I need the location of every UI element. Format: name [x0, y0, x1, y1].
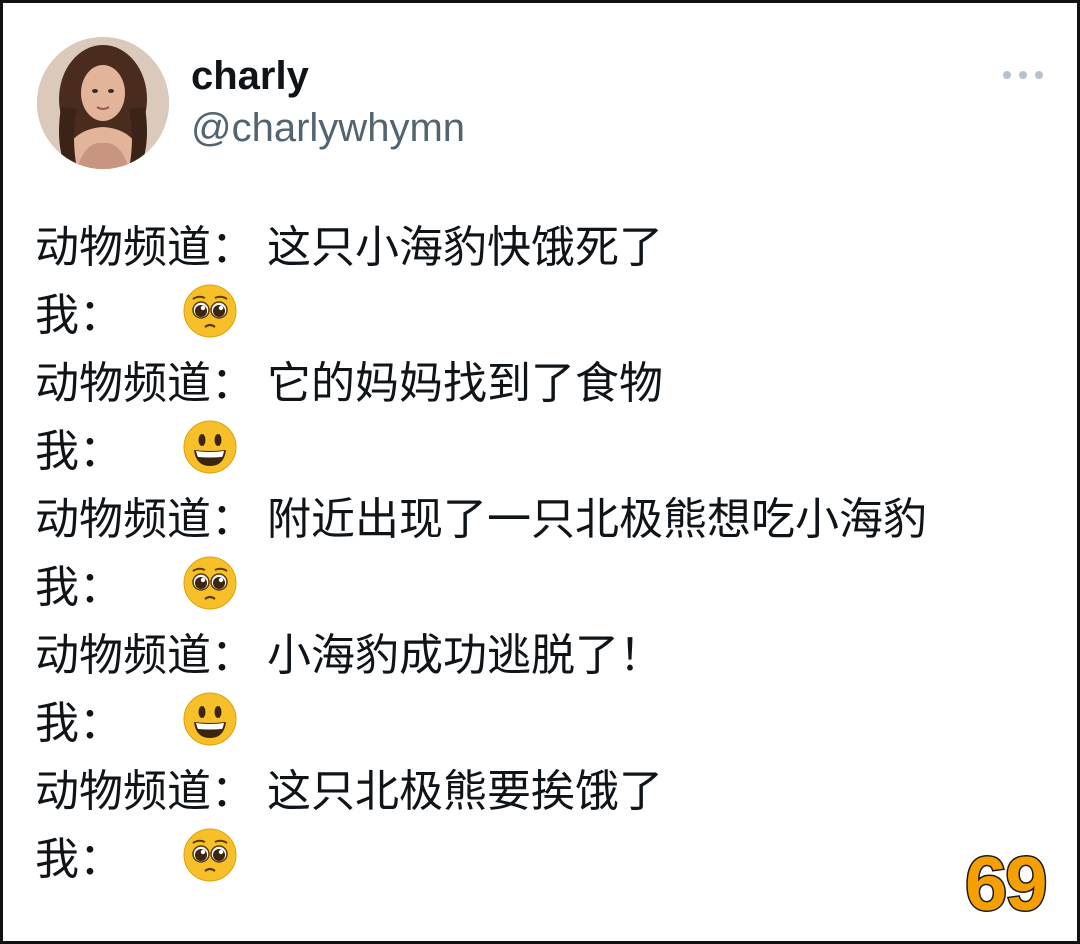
speaker: 动物频道	[35, 358, 211, 409]
speaker: 动物频道	[35, 766, 211, 817]
dialogue-line: 动物频道：这只北极熊要挨饿了	[35, 753, 1055, 821]
colon: ：	[211, 766, 255, 817]
colon: ：	[211, 358, 255, 409]
pleading-face-emoji	[183, 556, 237, 610]
colon: ：	[211, 222, 255, 273]
speaker: 我	[35, 834, 79, 885]
grinning-face-emoji	[183, 420, 237, 474]
colon: ：	[211, 494, 255, 545]
author-block: charly @charlywhymn	[191, 51, 465, 155]
dialogue-line: 我：	[35, 413, 1055, 481]
line-text: 这只小海豹快饿死了	[267, 222, 663, 273]
line-text: 小海豹成功逃脱了！	[267, 630, 663, 681]
speaker: 我	[35, 426, 79, 477]
dialogue-line: 我：	[35, 821, 1055, 889]
tweet-header: charly @charlywhymn	[37, 37, 1047, 169]
pleading-face-emoji	[183, 284, 237, 338]
number-badge: 69	[964, 842, 1050, 927]
colon: ：	[79, 834, 123, 885]
dialogue-line: 我：	[35, 685, 1055, 753]
colon: ：	[79, 562, 123, 613]
more-dots-icon[interactable]	[1003, 63, 1043, 87]
dialogue-line: 动物频道：它的妈妈找到了食物	[35, 345, 1055, 413]
display-name[interactable]: charly	[191, 51, 465, 101]
line-text: 附近出现了一只北极熊想吃小海豹	[267, 494, 927, 545]
tweet-card: charly @charlywhymn 动物频道：这只小海豹快饿死了 我： 动物…	[0, 0, 1080, 944]
pleading-face-emoji	[183, 828, 237, 882]
line-text: 这只北极熊要挨饿了	[267, 766, 663, 817]
speaker: 我	[35, 698, 79, 749]
colon: ：	[79, 426, 123, 477]
dialogue-line: 动物频道：小海豹成功逃脱了！	[35, 617, 1055, 685]
grinning-face-emoji	[183, 692, 237, 746]
colon: ：	[211, 630, 255, 681]
dialogue-line: 我：	[35, 549, 1055, 617]
dialogue-line: 动物频道：附近出现了一只北极熊想吃小海豹	[35, 481, 1055, 549]
colon: ：	[79, 698, 123, 749]
speaker: 我	[35, 562, 79, 613]
avatar[interactable]	[37, 37, 169, 169]
colon: ：	[79, 290, 123, 341]
speaker: 动物频道	[35, 494, 211, 545]
line-text: 它的妈妈找到了食物	[267, 358, 663, 409]
tweet-text: 动物频道：这只小海豹快饿死了 我： 动物频道：它的妈妈找到了食物 我： 动物频道…	[35, 209, 1055, 889]
dialogue-line: 动物频道：这只小海豹快饿死了	[35, 209, 1055, 277]
user-handle[interactable]: @charlywhymn	[191, 101, 465, 155]
speaker: 我	[35, 290, 79, 341]
speaker: 动物频道	[35, 222, 211, 273]
dialogue-line: 我：	[35, 277, 1055, 345]
speaker: 动物频道	[35, 630, 211, 681]
avatar-image	[37, 37, 169, 169]
